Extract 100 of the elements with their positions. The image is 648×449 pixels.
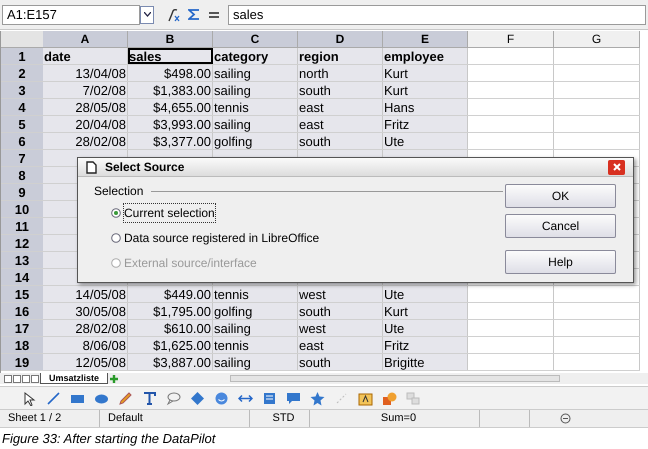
column-header[interactable]: A — [43, 31, 128, 47]
table-cell: Hans — [383, 99, 468, 115]
row-header[interactable]: 9 — [1, 184, 43, 200]
column-header[interactable]: B — [128, 31, 213, 47]
horizontal-scrollbar[interactable] — [230, 375, 560, 382]
callout-icon[interactable] — [166, 390, 181, 406]
table-cell: sailing — [213, 82, 298, 98]
dropdown-button[interactable] — [140, 6, 154, 24]
add-sheet-icon[interactable] — [109, 374, 120, 384]
shapes-icon[interactable] — [382, 390, 397, 406]
table-cell: golfing — [213, 303, 298, 319]
row-header[interactable]: 1 — [1, 48, 43, 64]
row-header[interactable]: 14 — [1, 269, 43, 285]
table-cell: east — [298, 116, 383, 132]
table-cell: $3,887.00 — [128, 354, 213, 370]
table-cell: Ute — [383, 286, 468, 302]
dialog-title: Select Source — [105, 159, 184, 176]
table-cell: $3,993.00 — [128, 116, 213, 132]
select-arrow-icon[interactable] — [22, 390, 37, 406]
zoom-out-icon[interactable] — [560, 413, 571, 424]
row-header[interactable]: 2 — [1, 65, 43, 81]
table-cell: 30/05/08 — [43, 303, 128, 319]
name-box[interactable]: A1:E157 — [2, 4, 140, 24]
table-cell: east — [298, 337, 383, 353]
row-header[interactable]: 19 — [1, 354, 43, 370]
table-cell: south — [298, 133, 383, 149]
dialog-button[interactable]: OK — [505, 184, 616, 208]
table-cell: golfing — [213, 133, 298, 149]
row-header[interactable]: 7 — [1, 150, 43, 166]
row-header[interactable]: 10 — [1, 201, 43, 217]
diamond-icon[interactable] — [190, 390, 205, 406]
line-icon[interactable] — [46, 390, 61, 406]
table-cell: Kurt — [383, 303, 468, 319]
speech-bubble-icon[interactable] — [286, 390, 301, 406]
row-header[interactable]: 12 — [1, 235, 43, 251]
column-header[interactable]: C — [213, 31, 298, 47]
table-cell: 20/04/08 — [43, 116, 128, 132]
smiley-icon[interactable] — [214, 390, 229, 406]
table-cell: east — [298, 99, 383, 115]
caret-icon — [144, 12, 150, 17]
row-header[interactable]: 13 — [1, 252, 43, 268]
table-cell: Kurt — [383, 82, 468, 98]
function-wizard-icon[interactable] — [166, 8, 180, 22]
column-header[interactable]: F — [468, 31, 554, 47]
table-cell: $449.00 — [128, 286, 213, 302]
star-icon[interactable] — [310, 390, 325, 406]
table-cell: 14/05/08 — [43, 286, 128, 302]
column-header[interactable]: E — [383, 31, 468, 47]
row-header[interactable]: 11 — [1, 218, 43, 234]
table-cell: 28/02/08 — [43, 133, 128, 149]
table-cell: Kurt — [383, 65, 468, 81]
dialog-button[interactable]: Cancel — [505, 214, 616, 238]
column-header[interactable]: G — [554, 31, 640, 47]
column-header[interactable]: D — [298, 31, 383, 47]
document-icon — [86, 160, 97, 174]
radio-label[interactable]: Data source registered in LibreOffice — [124, 228, 320, 246]
close-button[interactable] — [608, 160, 625, 174]
row-header[interactable]: 6 — [1, 133, 43, 149]
flowchart-icon[interactable] — [262, 390, 277, 406]
table-cell: category — [213, 48, 298, 64]
row-header[interactable]: 8 — [1, 167, 43, 183]
row-header[interactable]: 5 — [1, 116, 43, 132]
frame-icon[interactable] — [358, 390, 373, 406]
equals-icon[interactable] — [208, 10, 220, 18]
status-text: Sheet 1 / 2 — [8, 412, 62, 424]
status-text: Sum=0 — [380, 412, 416, 424]
row-header[interactable]: 17 — [1, 320, 43, 336]
radio-button[interactable] — [111, 232, 121, 242]
row-header[interactable]: 16 — [1, 303, 43, 319]
table-cell: sailing — [213, 65, 298, 81]
table-cell: sailing — [213, 320, 298, 336]
table-cell: Ute — [383, 133, 468, 149]
table-cell: $1,625.00 — [128, 337, 213, 353]
table-cell: $1,795.00 — [128, 303, 213, 319]
table-cell: date — [43, 48, 128, 64]
row-header[interactable]: 3 — [1, 82, 43, 98]
table-cell: west — [298, 286, 383, 302]
radio-button[interactable] — [111, 208, 121, 218]
row-header[interactable]: 15 — [1, 286, 43, 302]
close-icon — [612, 163, 620, 171]
group-label: Selection — [94, 183, 144, 200]
table-cell: region — [298, 48, 383, 64]
radio-label[interactable]: Current selection — [124, 204, 215, 222]
table-cell: employee — [383, 48, 468, 64]
table-cell: tennis — [213, 337, 298, 353]
formula-input[interactable]: sales — [228, 4, 646, 24]
sum-icon[interactable] — [188, 8, 200, 21]
table-cell: sales — [128, 48, 213, 64]
table-cell: north — [298, 65, 383, 81]
table-cell: 8/06/08 — [43, 337, 128, 353]
row-header[interactable]: 4 — [1, 99, 43, 115]
dialog-button[interactable]: Help — [505, 250, 616, 274]
text-icon[interactable] — [142, 390, 157, 406]
sheet-tab[interactable]: Umsatzliste — [40, 373, 108, 384]
table-cell: tennis — [213, 286, 298, 302]
table-cell: 7/02/08 — [43, 82, 128, 98]
row-header[interactable]: 18 — [1, 337, 43, 353]
table-cell: west — [298, 320, 383, 336]
pencil-icon[interactable] — [118, 390, 133, 406]
table-cell: 13/04/08 — [43, 65, 128, 81]
